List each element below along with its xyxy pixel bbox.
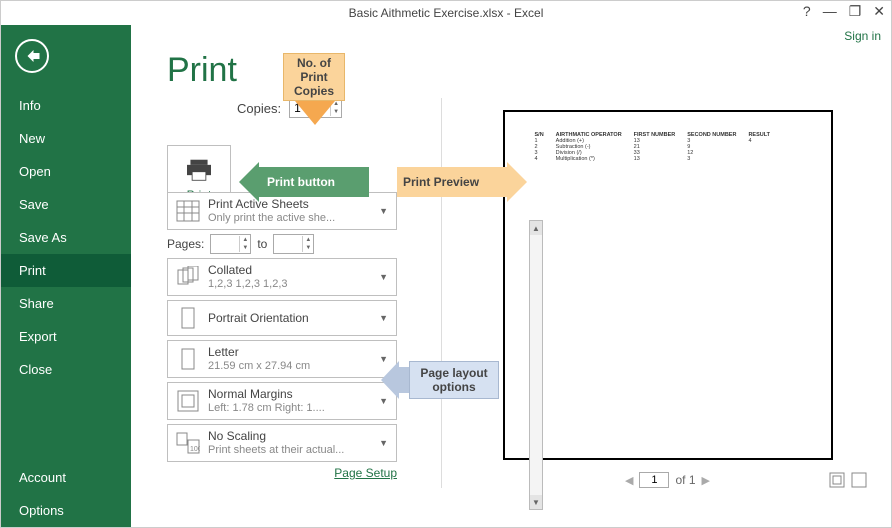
copies-label: Copies: — [237, 101, 281, 116]
current-page-input[interactable] — [639, 472, 669, 488]
nav-account[interactable]: Account — [1, 461, 131, 494]
paper-icon — [174, 346, 202, 372]
show-margins-icon[interactable] — [829, 472, 845, 488]
chevron-down-icon: ▼ — [377, 438, 390, 448]
page-total: of 1 — [675, 473, 695, 487]
setting-print-what[interactable]: Print Active SheetsOnly print the active… — [167, 192, 397, 230]
scroll-down-icon[interactable]: ▼ — [530, 495, 542, 509]
print-backstage: Print Print Copies: ▲▼ — [131, 25, 891, 527]
nav-options[interactable]: Options — [1, 494, 131, 527]
portrait-icon — [174, 305, 202, 331]
setting-paper-size[interactable]: Letter21.59 cm x 27.94 cm ▼ — [167, 340, 397, 378]
next-page-icon[interactable]: ▶ — [702, 474, 710, 487]
nav-export[interactable]: Export — [1, 320, 131, 353]
minimize-icon[interactable]: — — [823, 3, 837, 20]
margins-icon — [174, 388, 202, 414]
pages-to[interactable]: ▲▼ — [273, 234, 314, 254]
window-title: Basic Aithmetic Exercise.xlsx - Excel — [349, 6, 544, 20]
setting-scaling[interactable]: 100 No ScalingPrint sheets at their actu… — [167, 424, 397, 462]
to-label: to — [257, 237, 267, 251]
collated-icon — [174, 264, 202, 290]
scaling-icon: 100 — [174, 430, 202, 456]
help-icon[interactable]: ? — [803, 3, 811, 20]
chevron-down-icon: ▼ — [377, 272, 390, 282]
nav-new[interactable]: New — [1, 122, 131, 155]
backstage-sidebar: Info New Open Save Save As Print Share E… — [1, 25, 131, 527]
annotation-print-preview: Print Preview — [397, 167, 507, 197]
scroll-up-icon[interactable]: ▲ — [530, 221, 542, 235]
page-title: Print — [167, 51, 867, 90]
setting-collation[interactable]: Collated1,2,3 1,2,3 1,2,3 ▼ — [167, 258, 397, 296]
nav-save[interactable]: Save — [1, 188, 131, 221]
nav-save-as[interactable]: Save As — [1, 221, 131, 254]
restore-icon[interactable]: ❐ — [849, 3, 862, 20]
nav-close[interactable]: Close — [1, 353, 131, 386]
svg-text:100: 100 — [190, 446, 200, 453]
nav-open[interactable]: Open — [1, 155, 131, 188]
setting-orientation[interactable]: Portrait Orientation ▼ — [167, 300, 397, 336]
preview-table: S/NAIRTHMATIC OPERATORFIRST NUMBERSECOND… — [529, 132, 777, 162]
print-preview-page: S/NAIRTHMATIC OPERATORFIRST NUMBERSECOND… — [503, 110, 833, 460]
chevron-down-icon: ▼ — [377, 206, 390, 216]
sheets-icon — [174, 198, 202, 224]
nav-share[interactable]: Share — [1, 287, 131, 320]
annotation-copies-arrow-icon — [295, 101, 335, 125]
annotation-page-layout: Page layout options — [409, 361, 499, 399]
back-button[interactable] — [15, 39, 49, 73]
printer-icon — [185, 158, 213, 182]
annotation-copies: No. of Print Copies — [283, 53, 345, 101]
annotation-print-button: Print button — [259, 167, 369, 197]
prev-page-icon[interactable]: ◀ — [625, 474, 633, 487]
settings-scrollbar[interactable]: ▲ ▼ — [529, 220, 543, 510]
zoom-to-page-icon[interactable] — [851, 472, 867, 488]
annotation-page-layout-arrow-icon — [399, 367, 409, 393]
pages-label: Pages: — [167, 237, 204, 251]
preview-pager: ◀ of 1 ▶ — [468, 472, 867, 488]
nav-info[interactable]: Info — [1, 89, 131, 122]
setting-margins[interactable]: Normal MarginsLeft: 1.78 cm Right: 1....… — [167, 382, 397, 420]
page-setup-link[interactable]: Page Setup — [167, 466, 397, 480]
close-icon[interactable]: ✕ — [873, 3, 885, 20]
pages-from[interactable]: ▲▼ — [210, 234, 251, 254]
titlebar: Basic Aithmetic Exercise.xlsx - Excel ? … — [1, 1, 891, 25]
nav-print[interactable]: Print — [1, 254, 131, 287]
chevron-down-icon: ▼ — [377, 313, 390, 323]
